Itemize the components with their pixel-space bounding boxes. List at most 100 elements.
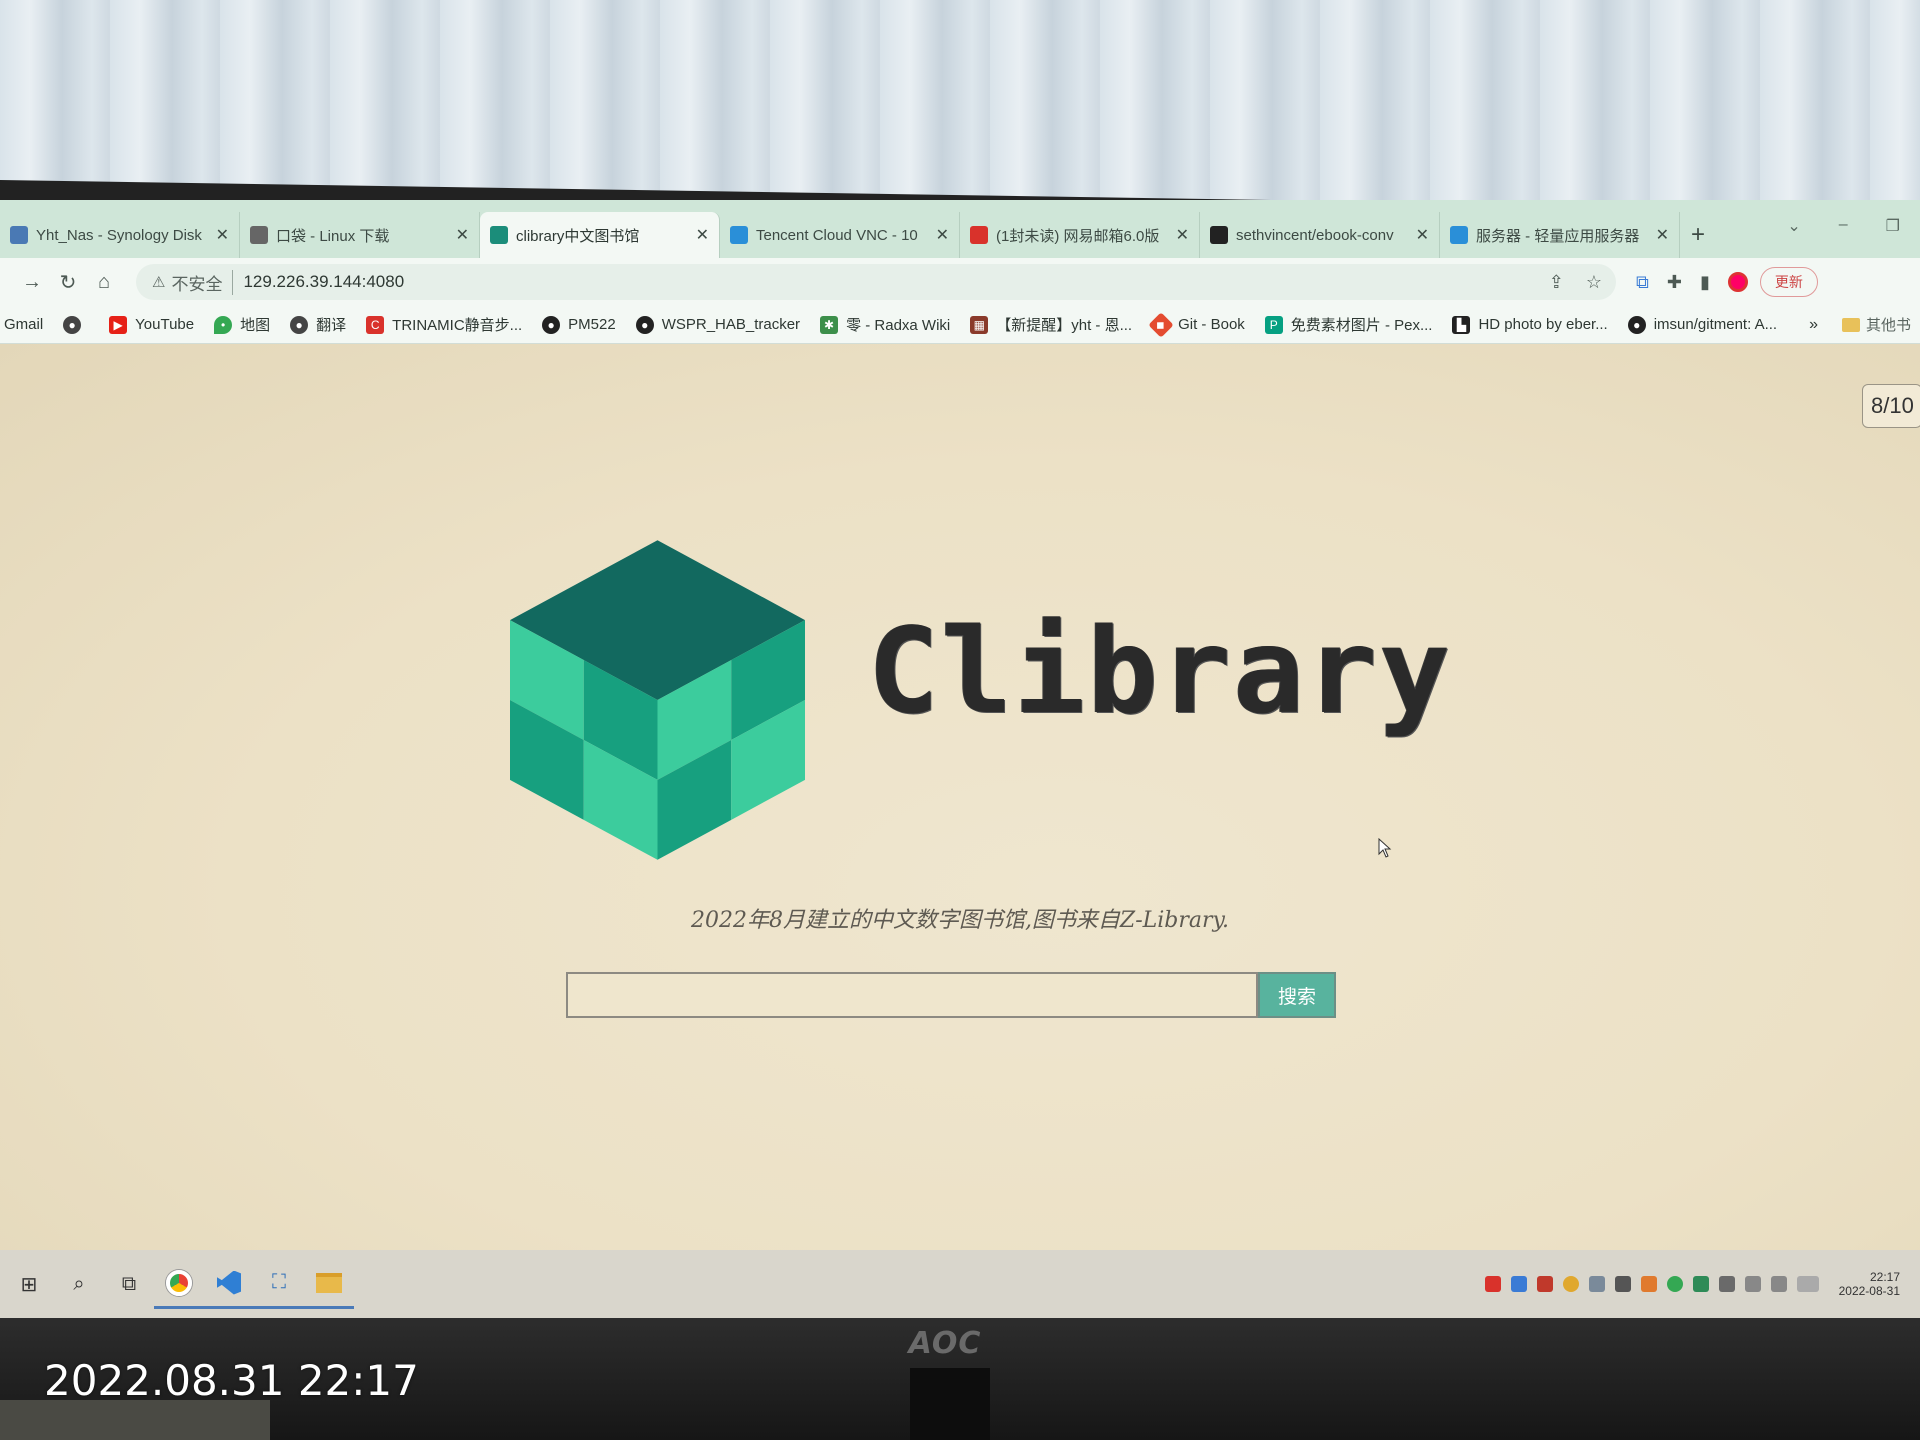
share-icon[interactable]: ⇪ — [1549, 272, 1564, 293]
bookmark-gmail[interactable]: Gmail — [4, 316, 43, 333]
tab-title: Tencent Cloud VNC - 10 — [756, 226, 918, 244]
coin-icon[interactable] — [1562, 1276, 1579, 1292]
extensions-area: ⧉ ✚ ▮ — [1636, 272, 1748, 293]
bookmark-translate[interactable]: ● 翻译 — [290, 314, 346, 335]
close-icon[interactable]: ✕ — [456, 225, 469, 245]
tab-github-ebook[interactable]: sethvincent/ebook-conv ✕ — [1200, 212, 1440, 258]
window-controls: ⌄ – ❐ — [1787, 216, 1900, 236]
bookmark-label: YouTube — [135, 316, 195, 333]
bookmark-star-icon[interactable]: ☆ — [1586, 272, 1602, 293]
github-icon: ● — [635, 315, 654, 334]
windows-taskbar: ⊞ ⌕ ⧉ ⛶ 22:17 2022-08-31 — [0, 1250, 1920, 1318]
keyboard-icon[interactable] — [1796, 1276, 1819, 1292]
folder-icon — [1842, 317, 1861, 332]
search-icon[interactable]: ⌕ — [54, 1259, 104, 1309]
search-form: 搜索 — [566, 972, 1336, 1018]
github-icon: ● — [1627, 315, 1646, 334]
trinamic-icon: C — [366, 315, 385, 334]
bookmark-label: imsun/gitment: A... — [1653, 316, 1778, 333]
puzzle-icon[interactable]: ✚ — [1667, 272, 1682, 293]
search-input[interactable] — [566, 972, 1258, 1018]
brand-wordmark: Clibrary — [868, 602, 1453, 740]
github-icon: ● — [542, 315, 561, 334]
tab-synology[interactable]: Yht_Nas - Synology Disk ✕ — [0, 212, 240, 258]
network-icon[interactable] — [1692, 1276, 1709, 1292]
tab-title: clibrary中文图书馆 — [516, 227, 640, 245]
new-tab-button[interactable]: + — [1680, 212, 1716, 258]
globe-icon: ● — [63, 315, 82, 334]
volume-muted-icon[interactable] — [1744, 1276, 1761, 1292]
bookmark-label: 翻译 — [316, 317, 347, 334]
other-bookmarks[interactable]: 其他书 — [1842, 314, 1911, 335]
address-bar[interactable]: ⚠ 不安全 129.226.39.144:4080 ⇪ ☆ — [136, 264, 1616, 300]
bookmark-pm522[interactable]: ● PM522 — [542, 315, 616, 334]
app-tray-icon[interactable] — [1640, 1276, 1657, 1292]
browser-tray-icon[interactable] — [1666, 1276, 1683, 1292]
bookmark-label: Git - Book — [1178, 316, 1245, 333]
task-view-icon[interactable]: ⧉ — [104, 1259, 154, 1309]
display-icon[interactable] — [1718, 1276, 1735, 1292]
tab-linux-download[interactable]: 口袋 - Linux 下载 ✕ — [240, 212, 480, 258]
book-icon — [250, 226, 268, 244]
side-panel-icon[interactable]: ▮ — [1700, 272, 1710, 293]
minimize-icon[interactable]: – — [1839, 216, 1848, 236]
bookmark-youtube[interactable]: ▶ YouTube — [109, 315, 195, 334]
tab-title: Yht_Nas - Synology Disk — [36, 226, 202, 244]
monitor-stand — [910, 1368, 990, 1440]
bookmark-radxa[interactable]: ✱ 零 - Radxa Wiki — [820, 314, 950, 335]
bookmark-git-book[interactable]: ◆ Git - Book — [1148, 311, 1245, 338]
youtube-icon: ▶ — [109, 315, 128, 334]
search-button[interactable]: 搜索 — [1258, 972, 1336, 1018]
unsplash-icon: ▙ — [1452, 315, 1471, 334]
wps-icon[interactable] — [1484, 1276, 1501, 1292]
url-text[interactable]: 129.226.39.144:4080 — [243, 272, 404, 292]
vscode-icon[interactable] — [204, 1259, 254, 1309]
windows-start-icon[interactable]: ⊞ — [4, 1259, 54, 1309]
bluetooth-icon[interactable] — [1614, 1276, 1631, 1292]
tab-title: sethvincent/ebook-conv — [1236, 226, 1394, 244]
cloud-sync-icon[interactable] — [1510, 1276, 1527, 1292]
bookmark-gitment[interactable]: ● imsun/gitment: A... — [1627, 315, 1778, 334]
bookmarks-overflow-button[interactable]: » — [1809, 316, 1818, 334]
close-icon[interactable]: ✕ — [936, 225, 949, 245]
antivirus-icon[interactable] — [1536, 1276, 1553, 1292]
bookmark-label: Gmail — [4, 316, 44, 333]
tab-clibrary[interactable]: clibrary中文图书馆 ✕ — [480, 212, 720, 258]
close-icon[interactable]: ✕ — [216, 225, 229, 245]
bookmark-label: 免费素材图片 - Pex... — [1290, 317, 1433, 334]
record-icon[interactable] — [1727, 272, 1748, 292]
update-button[interactable]: 更新 — [1759, 267, 1818, 297]
chrome-icon[interactable] — [154, 1259, 204, 1309]
bookmark-globe[interactable]: ● — [63, 315, 89, 334]
clock-date: 2022-08-31 — [1838, 1284, 1900, 1298]
bookmark-wspr[interactable]: ● WSPR_HAB_tracker — [635, 315, 800, 334]
remote-desktop-icon[interactable]: ⛶ — [254, 1259, 304, 1309]
tab-tencent-vnc[interactable]: Tencent Cloud VNC - 10 ✕ — [720, 212, 960, 258]
reload-icon[interactable]: ↻ — [50, 264, 86, 300]
bookmark-pexels[interactable]: P 免费素材图片 - Pex... — [1264, 314, 1433, 335]
close-icon[interactable]: ✕ — [696, 225, 709, 245]
bookmark-trinamic[interactable]: C TRINAMIC静音步... — [366, 314, 522, 335]
globe-icon: ● — [290, 315, 309, 334]
home-icon[interactable]: ⌂ — [86, 264, 122, 300]
tab-search-icon[interactable]: ⌄ — [1787, 216, 1800, 236]
file-explorer-icon[interactable] — [304, 1259, 354, 1309]
forward-icon[interactable]: → — [14, 264, 50, 300]
pen-icon[interactable] — [1770, 1276, 1787, 1292]
browser-toolbar: → ↻ ⌂ ⚠ 不安全 129.226.39.144:4080 ⇪ ☆ ⧉ ✚ … — [0, 258, 1920, 306]
network-drive-icon[interactable] — [1588, 1276, 1605, 1292]
translate-icon[interactable]: ⧉ — [1636, 272, 1649, 293]
close-icon[interactable]: ✕ — [1416, 225, 1429, 245]
tab-lighthouse-server[interactable]: 服务器 - 轻量应用服务器 ✕ — [1440, 212, 1680, 258]
bookmark-forum[interactable]: ▦ 【新提醒】yht - 恩... — [970, 314, 1132, 335]
tab-netease-mail[interactable]: (1封未读) 网易邮箱6.0版 ✕ — [960, 212, 1200, 258]
bookmark-unsplash[interactable]: ▙ HD photo by eber... — [1452, 315, 1608, 334]
forum-icon: ▦ — [970, 315, 989, 334]
bookmark-maps[interactable]: • 地图 — [214, 314, 270, 335]
close-icon[interactable]: ✕ — [1176, 225, 1189, 245]
close-icon[interactable]: ✕ — [1656, 225, 1669, 245]
bookmark-label: PM522 — [568, 316, 616, 333]
other-bookmarks-label: 其他书 — [1866, 317, 1912, 334]
restore-icon[interactable]: ❐ — [1886, 216, 1900, 236]
taskbar-clock[interactable]: 22:17 2022-08-31 — [1839, 1270, 1900, 1298]
